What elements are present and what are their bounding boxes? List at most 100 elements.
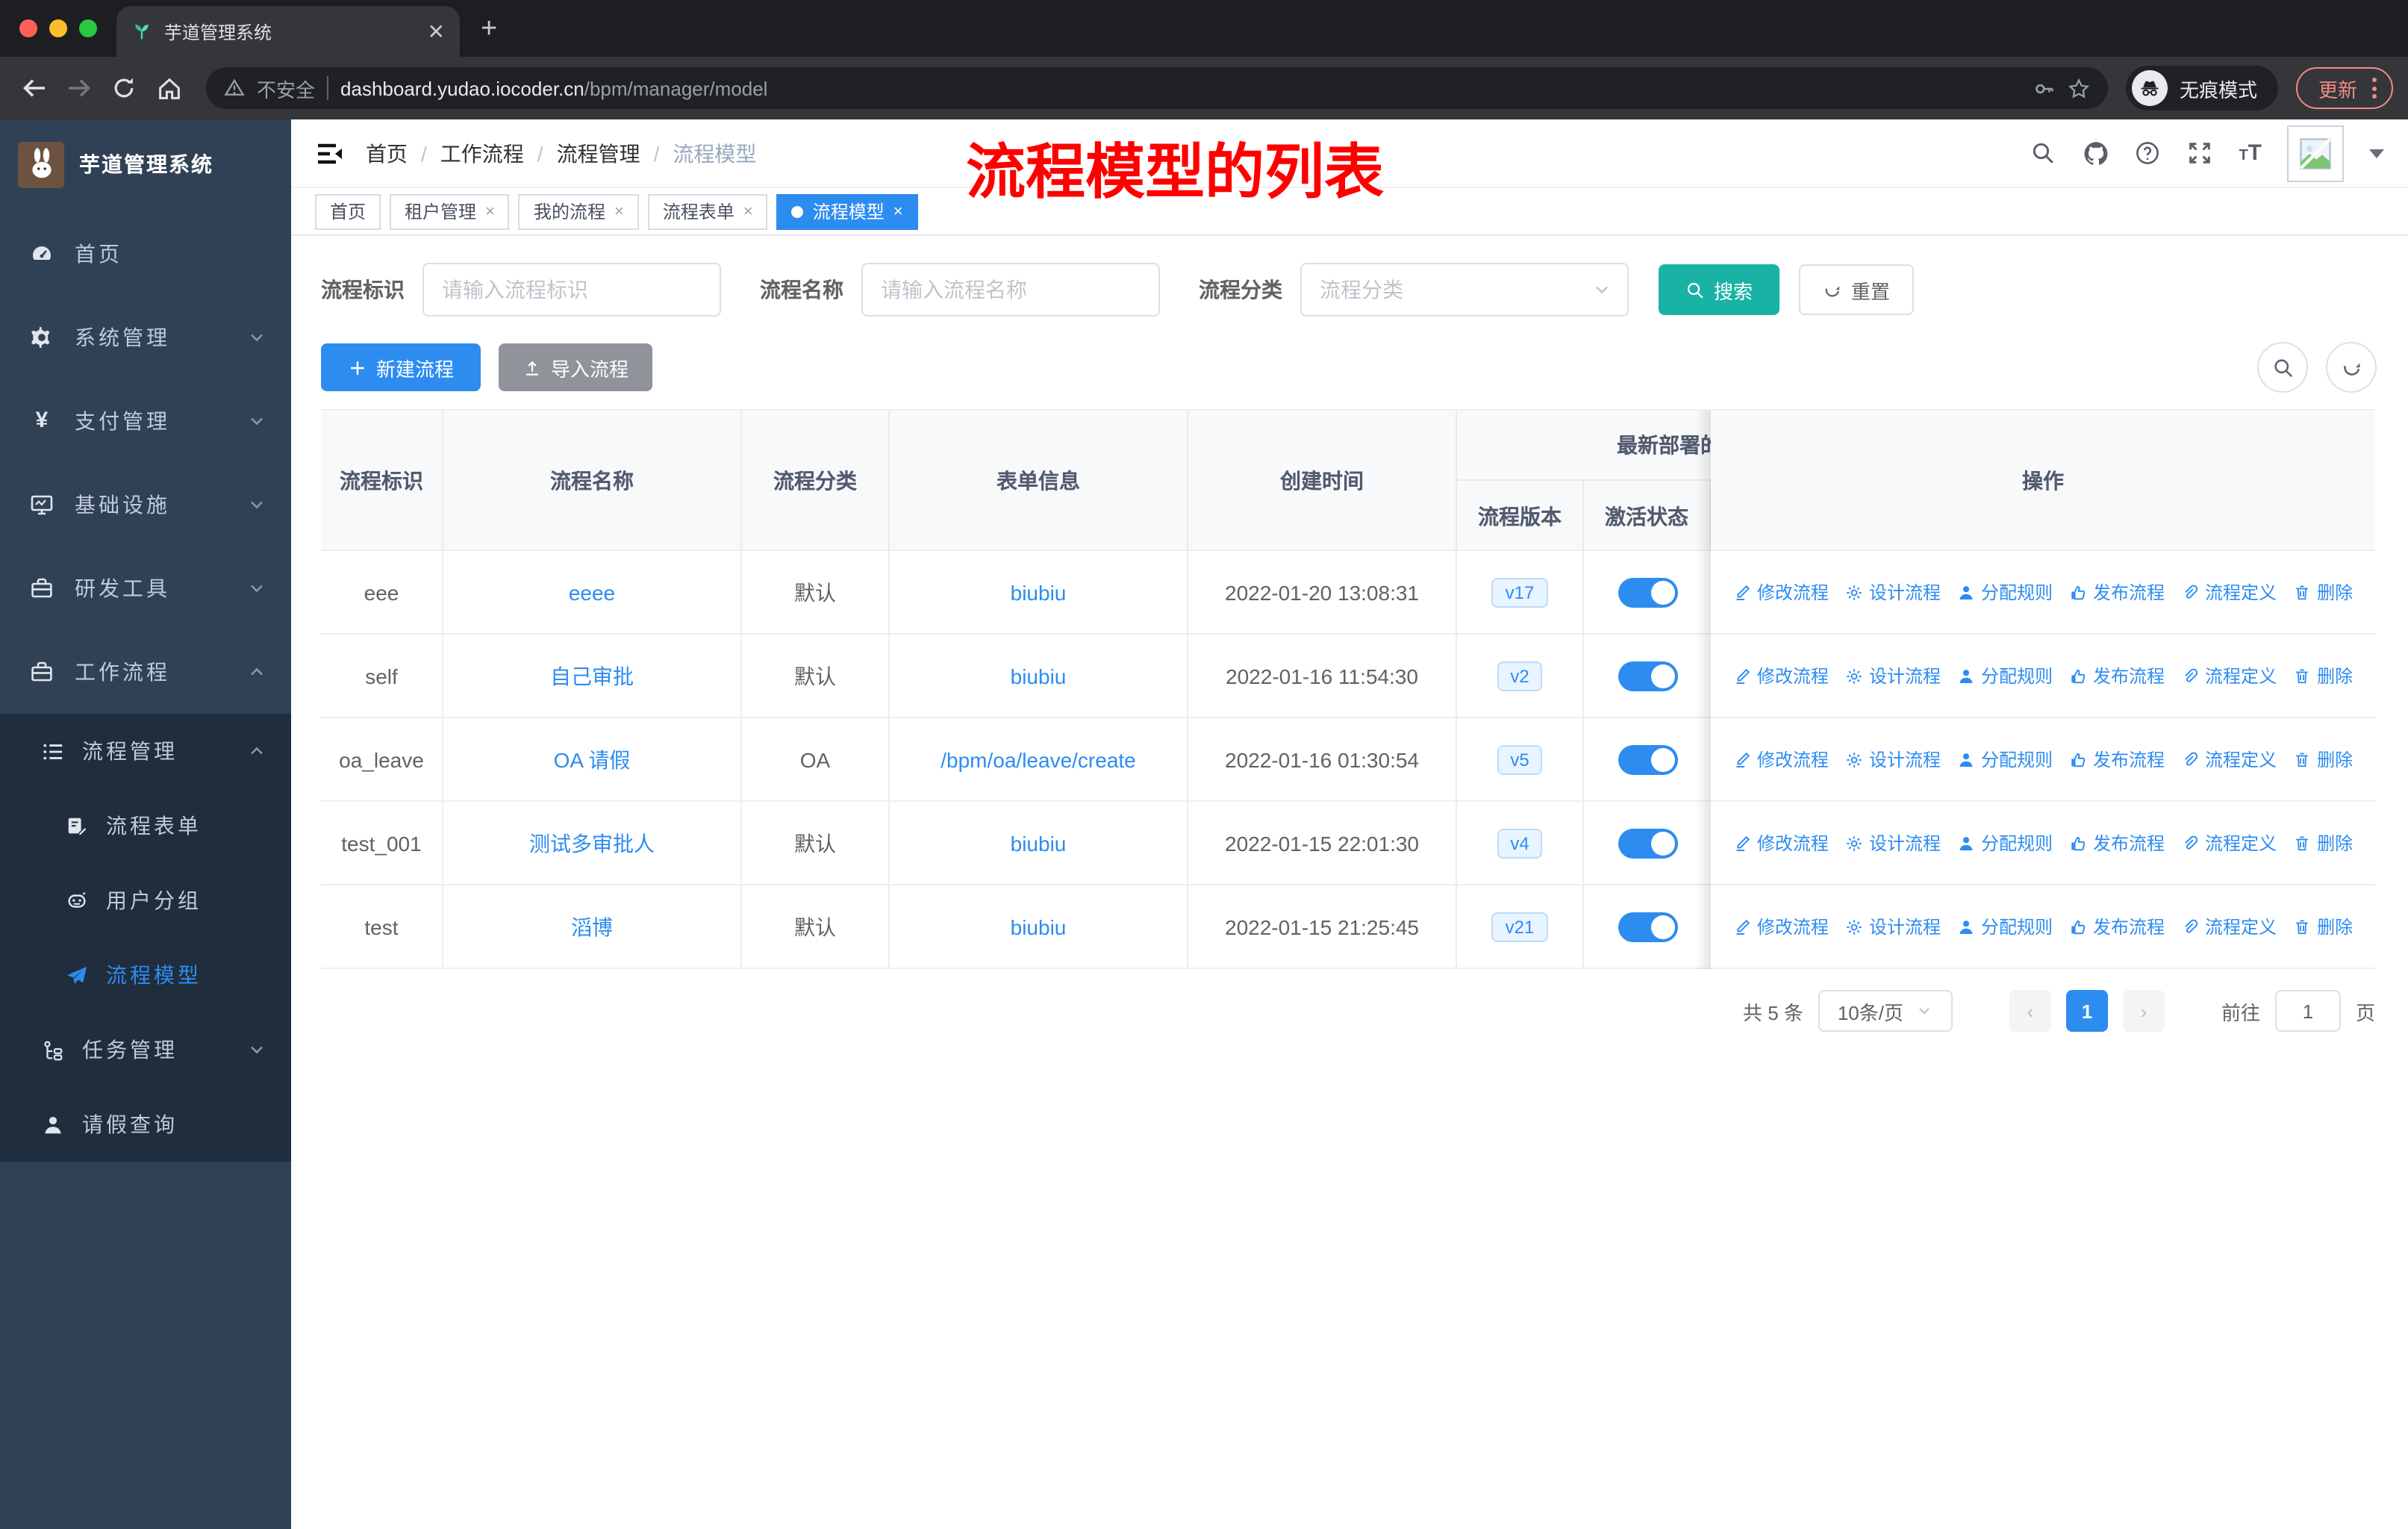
caret-down-icon[interactable] xyxy=(2369,149,2384,158)
breadcrumb-process-management[interactable]: 流程管理 xyxy=(557,138,640,168)
tag-my-process[interactable]: 我的流程 × xyxy=(518,193,639,229)
action-user-link[interactable]: 分配规则 xyxy=(1957,663,2053,688)
action-pencil-link[interactable]: 修改流程 xyxy=(1733,663,1829,688)
action-trash-link[interactable]: 删除 xyxy=(2293,830,2353,856)
active-toggle[interactable] xyxy=(1618,912,1677,941)
avatar[interactable] xyxy=(2287,125,2344,181)
tag-process-form[interactable]: 流程表单 × xyxy=(647,193,768,229)
tag-close-icon[interactable]: × xyxy=(893,202,903,220)
reset-button[interactable]: 重置 xyxy=(1799,264,1915,315)
action-user-link[interactable]: 分配规则 xyxy=(1957,747,2053,772)
action-pencil-link[interactable]: 修改流程 xyxy=(1733,830,1829,856)
sidebar-item-dev-tools[interactable]: 研发工具 xyxy=(0,546,291,630)
action-trash-link[interactable]: 删除 xyxy=(2293,747,2353,772)
action-thumb-link[interactable]: 发布流程 xyxy=(2069,914,2165,939)
sidebar-item-process-management[interactable]: 流程管理 xyxy=(0,714,291,788)
breadcrumb-workflow[interactable]: 工作流程 xyxy=(440,138,524,168)
goto-page-input[interactable]: 1 xyxy=(2274,990,2341,1032)
reload-button[interactable] xyxy=(105,69,143,108)
action-thumb-link[interactable]: 发布流程 xyxy=(2069,747,2165,772)
version-badge[interactable]: v2 xyxy=(1497,661,1543,691)
version-badge[interactable]: v5 xyxy=(1497,744,1543,774)
sidebar-item-infrastructure[interactable]: 基础设施 xyxy=(0,463,291,546)
window-controls[interactable] xyxy=(19,19,97,37)
form-info-link[interactable]: biubiu xyxy=(1011,664,1067,688)
create-process-button[interactable]: 新建流程 xyxy=(321,343,481,391)
action-clip-link[interactable]: 流程定义 xyxy=(2181,663,2277,688)
action-trash-link[interactable]: 删除 xyxy=(2293,579,2353,605)
version-badge[interactable]: v17 xyxy=(1491,577,1548,607)
show-search-toggle-button[interactable] xyxy=(2257,342,2308,393)
action-clip-link[interactable]: 流程定义 xyxy=(2181,747,2277,772)
key-icon[interactable] xyxy=(2033,77,2056,99)
active-toggle[interactable] xyxy=(1618,744,1677,774)
sidebar-logo[interactable]: 芋道管理系统 xyxy=(0,128,291,200)
address-bar[interactable]: 不安全 dashboard.yudao.iocoder.cn/bpm/manag… xyxy=(206,67,2108,109)
action-clip-link[interactable]: 流程定义 xyxy=(2181,830,2277,856)
action-pencil-link[interactable]: 修改流程 xyxy=(1733,579,1829,605)
version-badge[interactable]: v4 xyxy=(1497,828,1543,858)
fullscreen-icon[interactable] xyxy=(2186,140,2213,166)
action-gearline-link[interactable]: 设计流程 xyxy=(1845,747,1941,772)
form-info-link[interactable]: biubiu xyxy=(1011,580,1067,604)
minimize-window-button[interactable] xyxy=(49,19,67,37)
action-thumb-link[interactable]: 发布流程 xyxy=(2069,579,2165,605)
close-window-button[interactable] xyxy=(19,19,37,37)
action-user-link[interactable]: 分配规则 xyxy=(1957,830,2053,856)
tab-close-icon[interactable]: ✕ xyxy=(428,21,445,42)
current-page-button[interactable]: 1 xyxy=(2065,990,2108,1032)
action-thumb-link[interactable]: 发布流程 xyxy=(2069,663,2165,688)
process-category-select[interactable]: 流程分类 xyxy=(1300,263,1629,317)
sidebar-item-task-management[interactable]: 任务管理 xyxy=(0,1012,291,1087)
maximize-window-button[interactable] xyxy=(79,19,97,37)
page-size-select[interactable]: 10条/页 xyxy=(1818,990,1953,1032)
action-user-link[interactable]: 分配规则 xyxy=(1957,914,2053,939)
tag-tenant[interactable]: 租户管理 × xyxy=(390,193,510,229)
active-toggle[interactable] xyxy=(1618,577,1677,607)
sidebar-item-payment[interactable]: ¥ 支付管理 xyxy=(0,379,291,463)
action-pencil-link[interactable]: 修改流程 xyxy=(1733,747,1829,772)
version-badge[interactable]: v21 xyxy=(1491,912,1548,941)
action-trash-link[interactable]: 删除 xyxy=(2293,914,2353,939)
action-gearline-link[interactable]: 设计流程 xyxy=(1845,663,1941,688)
active-toggle[interactable] xyxy=(1618,828,1677,858)
back-button[interactable] xyxy=(15,69,54,108)
tag-process-model[interactable]: 流程模型 × xyxy=(776,193,918,229)
sidebar-item-workflow[interactable]: 工作流程 xyxy=(0,630,291,714)
form-info-link[interactable]: biubiu xyxy=(1011,915,1067,938)
sidebar-item-process-model[interactable]: 流程模型 xyxy=(0,938,291,1012)
process-id-input[interactable]: 请输入流程标识 xyxy=(422,263,721,317)
next-page-button[interactable]: › xyxy=(2122,990,2165,1032)
process-name-link[interactable]: 滔博 xyxy=(571,912,613,941)
new-tab-button[interactable]: + xyxy=(481,13,497,46)
action-gearline-link[interactable]: 设计流程 xyxy=(1845,830,1941,856)
tag-home[interactable]: 首页 xyxy=(315,193,381,229)
action-user-link[interactable]: 分配规则 xyxy=(1957,579,2053,605)
github-icon[interactable] xyxy=(2082,140,2109,166)
active-toggle[interactable] xyxy=(1618,661,1677,691)
tag-close-icon[interactable]: × xyxy=(485,202,495,220)
process-name-link[interactable]: eeee xyxy=(569,580,615,604)
action-thumb-link[interactable]: 发布流程 xyxy=(2069,830,2165,856)
sidebar-item-system[interactable]: 系统管理 xyxy=(0,296,291,379)
collapse-sidebar-icon[interactable] xyxy=(315,138,345,168)
sidebar-item-leave-query[interactable]: 请假查询 xyxy=(0,1087,291,1162)
action-gearline-link[interactable]: 设计流程 xyxy=(1845,914,1941,939)
form-info-link[interactable]: /bpm/oa/leave/create xyxy=(941,747,1136,771)
breadcrumb-home[interactable]: 首页 xyxy=(366,138,408,168)
process-name-link[interactable]: 自己审批 xyxy=(550,661,634,691)
home-button[interactable] xyxy=(149,69,188,108)
tag-close-icon[interactable]: × xyxy=(614,202,624,220)
import-process-button[interactable]: 导入流程 xyxy=(499,343,653,391)
action-clip-link[interactable]: 流程定义 xyxy=(2181,914,2277,939)
action-gearline-link[interactable]: 设计流程 xyxy=(1845,579,1941,605)
sidebar-item-process-form[interactable]: 流程表单 xyxy=(0,788,291,863)
kebab-menu-icon[interactable] xyxy=(2372,78,2377,99)
process-name-link[interactable]: 测试多审批人 xyxy=(529,828,655,858)
prev-page-button[interactable]: ‹ xyxy=(2009,990,2051,1032)
bookmark-star-icon[interactable] xyxy=(2068,77,2090,99)
tag-close-icon[interactable]: × xyxy=(743,202,753,220)
help-icon[interactable] xyxy=(2134,140,2161,166)
sidebar-item-home[interactable]: 首页 xyxy=(0,212,291,296)
form-info-link[interactable]: biubiu xyxy=(1011,831,1067,855)
